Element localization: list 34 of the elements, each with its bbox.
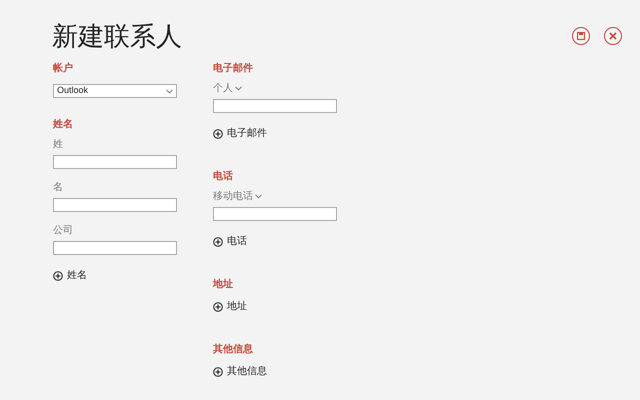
input-field[interactable] <box>53 198 177 212</box>
input-field[interactable] <box>213 99 337 113</box>
field-label: 名 <box>53 181 64 194</box>
field-label: 公司 <box>53 224 74 237</box>
section-heading: 电子邮件 <box>213 62 254 76</box>
section-heading: 姓名 <box>53 118 74 132</box>
section-heading: 电话 <box>213 170 234 184</box>
add-link[interactable]: 地址 <box>213 300 247 313</box>
add-link[interactable]: 其他信息 <box>213 365 267 378</box>
chevron-down-icon <box>255 194 262 199</box>
add-icon <box>213 302 223 312</box>
close-icon <box>609 32 617 40</box>
input-field[interactable] <box>213 207 337 221</box>
section-heading: 帐户 <box>53 62 74 76</box>
section-heading: 地址 <box>213 278 234 292</box>
field-label: 姓 <box>53 138 64 151</box>
page-title: 新建联系人 <box>52 21 182 54</box>
field-type-dropdown[interactable]: 个人 <box>213 82 242 95</box>
input-field[interactable] <box>53 155 177 169</box>
add-icon <box>213 236 223 246</box>
chevron-down-icon <box>235 86 242 91</box>
chevron-down-icon <box>166 88 173 94</box>
add-icon <box>53 270 63 280</box>
close-button[interactable] <box>604 27 622 45</box>
save-button[interactable] <box>572 27 590 45</box>
add-link[interactable]: 电子邮件 <box>213 127 267 140</box>
account-select[interactable]: Outlook <box>53 84 177 98</box>
add-icon <box>213 366 223 376</box>
add-icon <box>213 128 223 138</box>
add-link[interactable]: 姓名 <box>53 269 87 282</box>
add-link[interactable]: 电话 <box>213 235 247 248</box>
field-type-dropdown[interactable]: 移动电话 <box>213 190 262 203</box>
section-heading: 其他信息 <box>213 343 254 357</box>
input-field[interactable] <box>53 241 177 255</box>
